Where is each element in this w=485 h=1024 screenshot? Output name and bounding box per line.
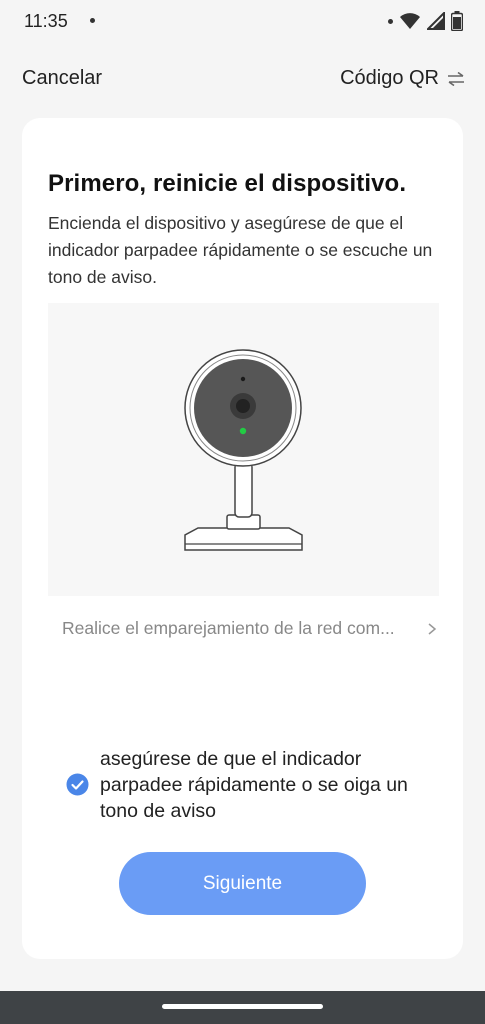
camera-graphic bbox=[184, 349, 303, 551]
notification-dot-icon bbox=[90, 18, 95, 23]
security-camera-illustration bbox=[48, 303, 439, 596]
wifi-icon bbox=[400, 13, 420, 29]
chevron-right-icon bbox=[428, 623, 437, 635]
status-time: 11:35 bbox=[24, 11, 68, 31]
qr-code-label: Código QR bbox=[340, 67, 439, 89]
alternative-pairing-text: Realice el emparejamiento de la red com.… bbox=[62, 618, 395, 638]
instruction-text: Encienda el dispositivo y asegúrese de q… bbox=[48, 213, 433, 287]
alternative-pairing-link[interactable]: Realice el emparejamiento de la red com.… bbox=[62, 618, 437, 642]
content-card: Primero, reinicie el dispositivo. Encien… bbox=[22, 118, 463, 959]
cancel-button[interactable]: Cancelar bbox=[22, 67, 102, 90]
swap-arrows-icon bbox=[448, 71, 464, 86]
page-title: Primero, reinicie el dispositivo. bbox=[48, 170, 407, 197]
indicator-led bbox=[239, 427, 247, 435]
next-button[interactable]: Siguiente bbox=[119, 852, 366, 915]
qr-code-button[interactable]: Código QR bbox=[340, 67, 465, 90]
status-bar: 11:35 bbox=[0, 0, 485, 44]
battery-icon bbox=[451, 11, 463, 31]
system-nav-bar bbox=[0, 991, 485, 1024]
home-indicator[interactable] bbox=[162, 1004, 323, 1009]
status-icons bbox=[388, 10, 463, 32]
cellular-signal-icon bbox=[427, 12, 445, 30]
checkmark-circle-icon bbox=[66, 773, 89, 796]
confirm-checkbox-label: asegúrese de que el indicador parpadee r… bbox=[100, 748, 408, 822]
top-nav: Cancelar Código QR bbox=[0, 62, 485, 98]
notification-dot-icon bbox=[388, 18, 393, 24]
